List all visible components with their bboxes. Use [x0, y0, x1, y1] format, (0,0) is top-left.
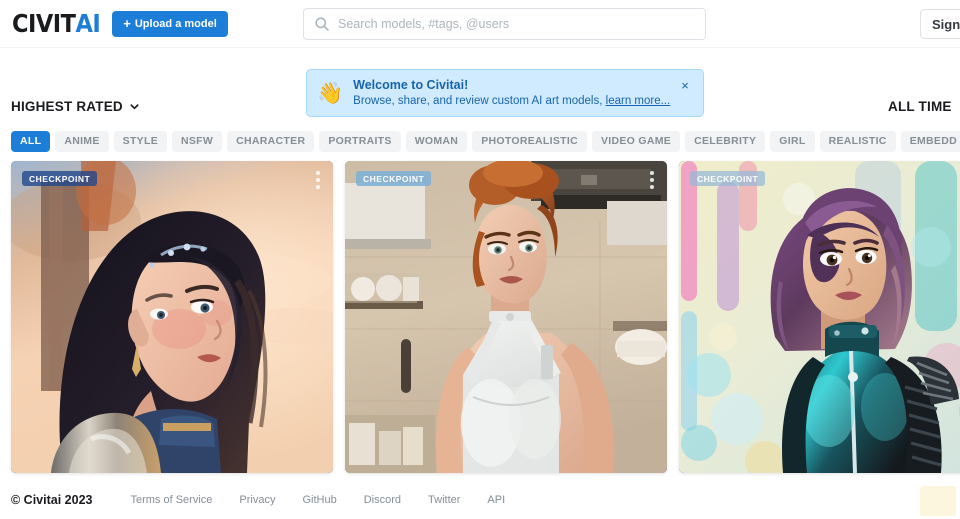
card-menu-icon[interactable] [645, 169, 659, 191]
banner-subtitle-text: Browse, share, and review custom AI art … [353, 94, 603, 107]
model-card[interactable]: CHECKPOINT [11, 161, 333, 473]
model-card-grid: CHECKPOINT CHECKPOINT CHECKPOINT [11, 161, 960, 474]
learn-more-link[interactable]: learn more... [606, 95, 671, 107]
footer-link-api[interactable]: API [487, 494, 505, 506]
close-icon[interactable]: × [677, 77, 693, 93]
chevron-down-icon [130, 104, 139, 110]
banner-title: Welcome to Civitai! [353, 77, 469, 92]
card-menu-icon[interactable] [311, 169, 325, 191]
banner-text-block: Welcome to Civitai! Browse, share, and r… [353, 77, 677, 109]
search-container: Search models, #tags, @users [303, 8, 706, 40]
copyright-text: © Civitai 2023 [11, 492, 93, 507]
upload-button-label: Upload a model [134, 17, 217, 30]
logo-text-civit: CIVIT [12, 9, 76, 38]
footer-links: Terms of Service Privacy GitHub Discord Twit… [130, 494, 505, 506]
footer-corner-widget[interactable] [920, 486, 956, 516]
civitai-page: CIVIT AI + Upload a model Search models, … [0, 0, 960, 519]
waving-hand-icon: 👋 [317, 81, 344, 105]
civitai-logo[interactable]: CIVIT AI [12, 9, 101, 38]
banner-subtitle: Browse, share, and review custom AI art … [353, 94, 677, 110]
sort-dropdown[interactable]: HIGHEST RATED [11, 99, 140, 114]
plus-icon: + [123, 16, 131, 31]
app-footer: © Civitai 2023 Terms of Service Privacy Gi… [0, 479, 960, 519]
footer-link-discord[interactable]: Discord [364, 494, 401, 506]
tag-filter-girl[interactable]: GIRL [770, 130, 815, 152]
tag-filter-row: ALL ANIME STYLE NSFW CHARACTER PORTRAITS WOMAN… [11, 130, 960, 152]
tag-filter-photorealistic[interactable]: PHOTOREALISTIC [472, 130, 587, 152]
tag-filter-portraits[interactable]: PORTRAITS [319, 130, 401, 152]
tag-filter-celebrity[interactable]: CELEBRITY [685, 130, 766, 152]
period-dropdown[interactable]: ALL TIME [888, 99, 952, 114]
sort-dropdown-label: HIGHEST RATED [11, 99, 123, 114]
search-input[interactable]: Search models, #tags, @users [303, 8, 706, 40]
tag-filter-style[interactable]: STYLE [113, 130, 167, 152]
model-card[interactable]: CHECKPOINT [345, 161, 667, 473]
footer-link-privacy[interactable]: Privacy [239, 494, 275, 506]
tag-filter-embedd[interactable]: EMBEDD [900, 130, 960, 152]
tag-filter-anime[interactable]: ANIME [55, 130, 109, 152]
model-type-badge: CHECKPOINT [356, 171, 432, 186]
app-header: CIVIT AI + Upload a model Search models, … [0, 0, 960, 48]
tag-filter-all[interactable]: ALL [11, 130, 51, 152]
logo-text-ai: AI [75, 9, 101, 38]
tag-filter-video-game[interactable]: VIDEO GAME [591, 130, 681, 152]
sign-in-button[interactable]: Sign In [920, 9, 960, 39]
footer-link-twitter[interactable]: Twitter [428, 494, 460, 506]
model-type-badge: CHECKPOINT [690, 171, 766, 186]
search-placeholder: Search models, #tags, @users [338, 17, 510, 31]
model-preview-image [679, 161, 960, 473]
footer-link-github[interactable]: GitHub [302, 494, 336, 506]
upload-a-model-button[interactable]: + Upload a model [112, 10, 228, 37]
tag-filter-nsfw[interactable]: NSFW [172, 130, 223, 152]
welcome-banner: 👋 Welcome to Civitai! Browse, share, and… [306, 69, 704, 117]
model-card[interactable]: CHECKPOINT [679, 161, 960, 473]
tag-filter-realistic[interactable]: REALISTIC [819, 130, 896, 152]
tag-filter-character[interactable]: CHARACTER [227, 130, 315, 152]
tag-filter-woman[interactable]: WOMAN [405, 130, 468, 152]
model-preview-image [11, 161, 333, 473]
footer-link-terms-of-service[interactable]: Terms of Service [130, 494, 212, 506]
model-type-badge: CHECKPOINT [22, 171, 98, 186]
model-preview-image [345, 161, 667, 473]
search-icon [315, 17, 329, 31]
